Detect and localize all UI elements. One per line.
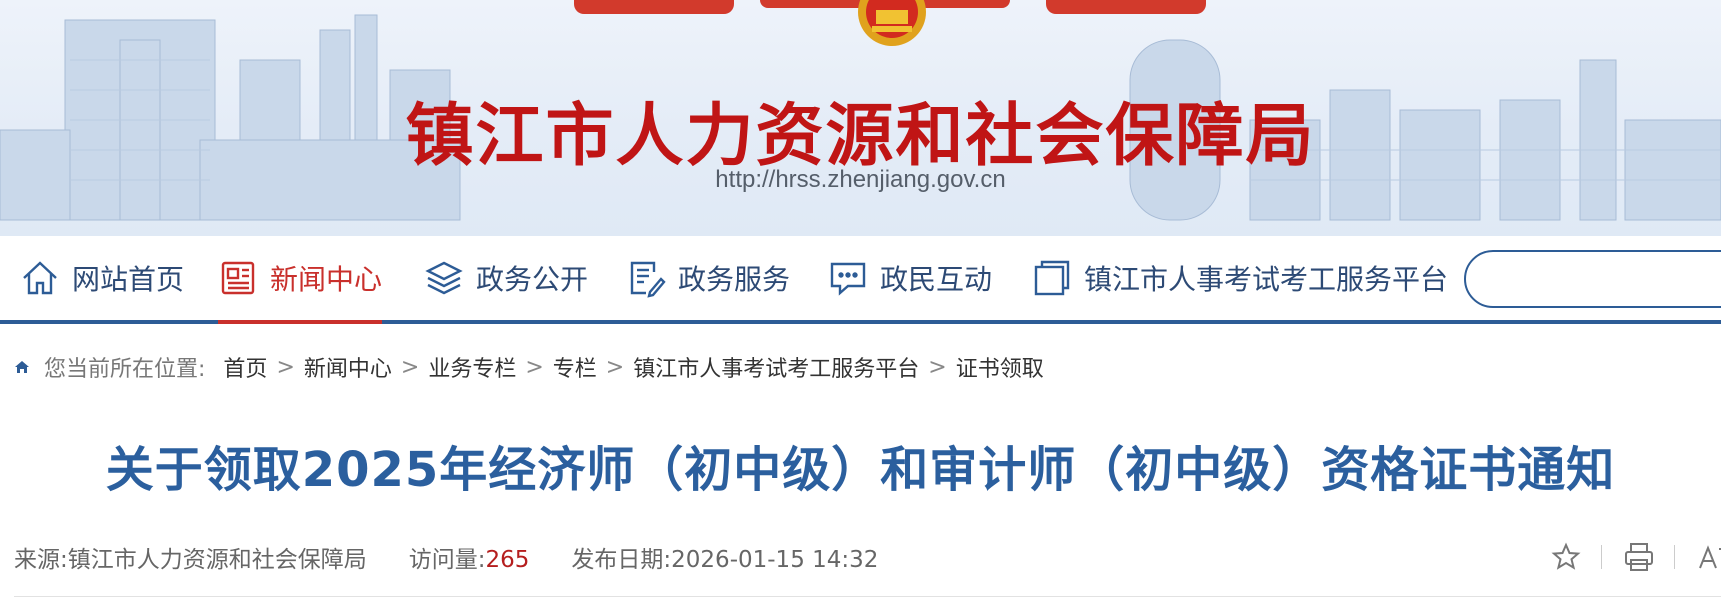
views-field: 访问量:265 bbox=[409, 540, 530, 574]
chat-icon bbox=[830, 262, 866, 296]
breadcrumb-link-news[interactable]: 新闻中心 bbox=[304, 351, 392, 383]
views-label: 访问量: bbox=[408, 547, 486, 573]
ribbon-right bbox=[1046, 0, 1206, 14]
breadcrumb-link-exam-platform[interactable]: 镇江市人事考试考工服务平台 bbox=[633, 351, 919, 383]
ribbon-left bbox=[574, 0, 734, 14]
breadcrumb-separator: > bbox=[605, 354, 625, 380]
print-icon[interactable] bbox=[1622, 540, 1656, 574]
nav-item-gov-services[interactable]: 政务服务 bbox=[626, 236, 790, 320]
article-title: 关于领取2025年经济师（初中级）和审计师（初中级）资格证书通知 bbox=[105, 442, 1616, 498]
breadcrumb-separator: > bbox=[525, 354, 544, 380]
nav-label: 政民互动 bbox=[880, 263, 993, 296]
nav-item-interaction[interactable]: 政民互动 bbox=[828, 236, 992, 320]
document-edit-icon bbox=[630, 261, 666, 298]
breadcrumb: 您当前所在位置: 首页 > 新闻中心 > 业务专栏 > 专栏 > 镇江市人事考试… bbox=[14, 352, 1044, 382]
nav-label: 镇江市人事考试考工服务平台 bbox=[1084, 263, 1449, 296]
star-icon[interactable] bbox=[1549, 540, 1583, 574]
site-banner: 镇江市人力资源和社会保障局 http://hrss.zhenjiang.gov.… bbox=[0, 0, 1721, 236]
breadcrumb-link-home[interactable]: 首页 bbox=[223, 351, 267, 383]
national-emblem-icon bbox=[858, 0, 926, 46]
layers-icon bbox=[425, 261, 463, 295]
nav-label: 政务公开 bbox=[476, 263, 589, 296]
date-value: 2026-01-15 14:32 bbox=[671, 547, 879, 573]
nav-item-news[interactable]: 新闻中心 bbox=[218, 236, 383, 324]
divider bbox=[14, 596, 1721, 597]
nav-label: 政务服务 bbox=[678, 263, 791, 296]
breadcrumb-label: 您当前所在位置: bbox=[44, 357, 206, 382]
breadcrumb-link-certificate[interactable]: 证书领取 bbox=[956, 351, 1044, 383]
home-small-icon bbox=[15, 361, 29, 373]
date-field: 发布日期:2026-01-15 14:32 bbox=[571, 540, 878, 574]
source-value: 镇江市人力资源和社会保障局 bbox=[67, 547, 367, 573]
views-count: 265 bbox=[485, 547, 530, 573]
breadcrumb-link-column[interactable]: 专栏 bbox=[553, 351, 597, 383]
breadcrumb-separator: > bbox=[928, 354, 947, 380]
font-size-icon[interactable] bbox=[1695, 540, 1721, 574]
article-tools bbox=[1529, 540, 1721, 574]
source-field: 来源:镇江市人力资源和社会保障局 bbox=[14, 540, 367, 574]
breadcrumb-separator: > bbox=[400, 354, 420, 380]
home-icon bbox=[23, 261, 57, 295]
tool-divider bbox=[1674, 545, 1675, 569]
tool-divider bbox=[1601, 545, 1602, 569]
source-label: 来源: bbox=[14, 547, 68, 573]
breadcrumb-separator: > bbox=[276, 354, 295, 380]
date-label: 发布日期: bbox=[571, 547, 672, 573]
breadcrumb-link-business[interactable]: 业务专栏 bbox=[428, 351, 516, 383]
window-icon bbox=[1034, 260, 1070, 296]
nav-item-exam-platform[interactable]: 镇江市人事考试考工服务平台 bbox=[1032, 236, 1448, 320]
site-url: http://hrss.zhenjiang.gov.cn bbox=[715, 166, 1006, 193]
search-input[interactable] bbox=[1464, 250, 1721, 308]
article-meta: 来源:镇江市人力资源和社会保障局 访问量:265 发布日期:2026-01-15… bbox=[14, 540, 920, 574]
nav-item-home[interactable]: 网站首页 bbox=[20, 236, 184, 320]
nav-label: 新闻中心 bbox=[270, 263, 383, 296]
nav-label: 网站首页 bbox=[72, 263, 185, 296]
news-icon bbox=[221, 261, 255, 295]
nav-item-gov-affairs[interactable]: 政务公开 bbox=[424, 236, 588, 320]
main-nav: 网站首页 新闻中心 政务公开 政务服务 政民互动 镇江市人事考试考工服务平台 bbox=[0, 236, 1721, 324]
site-title: 镇江市人力资源和社会保障局 bbox=[405, 97, 1316, 176]
